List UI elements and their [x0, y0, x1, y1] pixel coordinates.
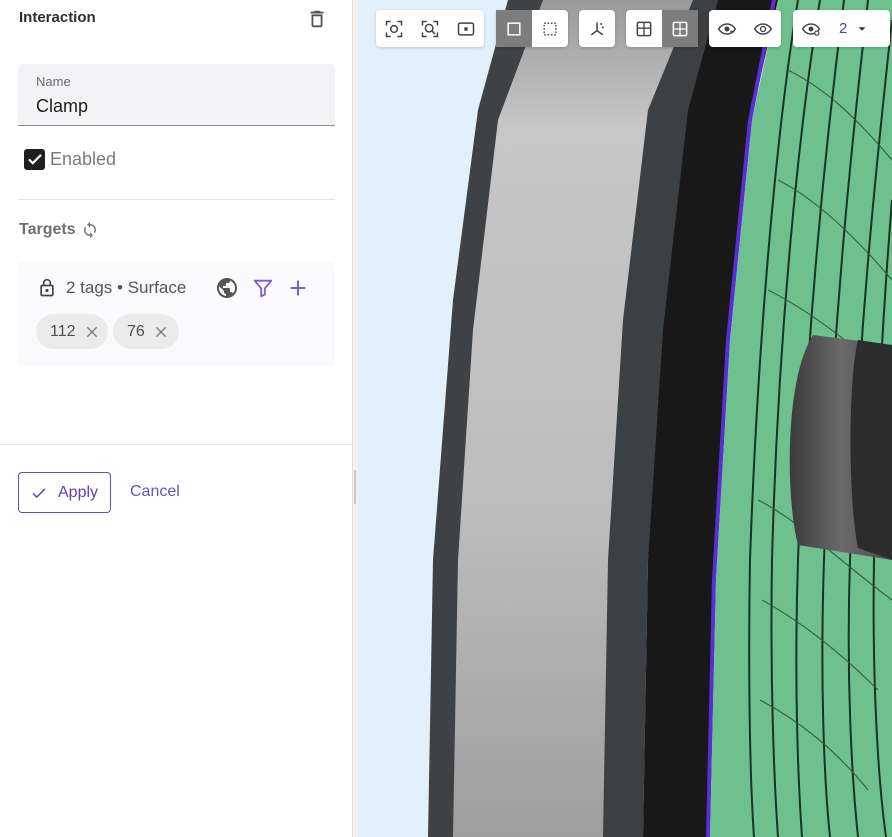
check-icon	[32, 487, 46, 498]
enabled-checkbox-row[interactable]: Enabled	[24, 147, 116, 171]
axes-button[interactable]	[579, 10, 615, 47]
plus-icon[interactable]	[287, 277, 309, 299]
toolbar-visibility-group	[709, 10, 781, 47]
show-button[interactable]	[745, 10, 781, 47]
splitter-grip[interactable]	[354, 470, 356, 504]
tag-summary-text: 2 tags • Surface	[66, 278, 187, 297]
show-icon	[753, 22, 773, 35]
close-icon[interactable]	[153, 324, 169, 340]
globe-icon[interactable]	[215, 276, 239, 300]
select-box-icon	[507, 21, 521, 36]
name-field-value[interactable]: Clamp	[36, 96, 88, 117]
tag-chip-label: 76	[127, 322, 145, 340]
apply-label: Apply	[58, 483, 99, 501]
zoom-region-icon	[457, 21, 475, 36]
section-view-button[interactable]	[626, 10, 662, 47]
name-field[interactable]: Name Clamp	[18, 64, 335, 126]
toolbar-view-group	[626, 10, 698, 47]
enabled-checkbox[interactable]	[24, 148, 45, 170]
zoom-region-button[interactable]	[448, 10, 484, 47]
interaction-panel: Interaction Name Clamp Enabled Targets 2…	[0, 0, 352, 837]
toolbar-layers-group: 2	[793, 10, 890, 47]
zoom-button[interactable]	[412, 10, 448, 47]
3d-viewport[interactable]: 2	[358, 0, 892, 837]
close-icon[interactable]	[84, 324, 100, 340]
select-box-button[interactable]	[496, 10, 532, 47]
toolbar-axes-group	[579, 10, 615, 47]
tag-chip-label: 112	[50, 322, 76, 340]
hide-icon	[717, 22, 737, 35]
cancel-button[interactable]: Cancel	[130, 483, 180, 501]
model-hub-end	[850, 340, 892, 560]
lock-icon	[37, 277, 55, 299]
targets-box: 2 tags • Surface 112 76	[18, 262, 335, 366]
enabled-label: Enabled	[50, 148, 117, 169]
divider	[0, 444, 352, 445]
refresh-icon[interactable]	[81, 221, 99, 239]
toolbar-zoom-group	[376, 10, 484, 47]
select-dashed-button[interactable]	[532, 10, 568, 47]
filter-icon[interactable]	[252, 276, 274, 300]
zoom-icon	[421, 20, 439, 37]
targets-label: Targets	[19, 221, 76, 238]
targets-header: Targets	[19, 221, 99, 239]
chevron-down-icon[interactable]	[855, 22, 869, 36]
tag-summary: 2 tags • Surface	[37, 276, 186, 300]
panel-title: Interaction	[19, 9, 96, 26]
tag-chip: 112	[36, 314, 108, 349]
grid-view-button[interactable]	[662, 10, 698, 47]
section-view-icon	[636, 21, 652, 36]
apply-button[interactable]: Apply	[18, 472, 111, 513]
delete-icon[interactable]	[306, 8, 328, 30]
grid-view-icon	[672, 21, 688, 36]
zoom-fit-icon	[385, 20, 403, 37]
layer-visibility-button[interactable]	[793, 10, 829, 47]
layer-visibility-icon	[801, 22, 821, 36]
divider	[18, 199, 335, 200]
toolbar-selection-group	[496, 10, 568, 47]
zoom-fit-button[interactable]	[376, 10, 412, 47]
select-dashed-icon	[543, 22, 557, 35]
hide-button[interactable]	[709, 10, 745, 47]
3d-model-render[interactable]	[358, 0, 892, 837]
axes-icon	[590, 21, 604, 35]
layer-count[interactable]: 2	[839, 20, 847, 37]
tag-chip: 76	[113, 314, 179, 349]
name-field-label: Name	[36, 74, 71, 89]
check-icon	[27, 154, 42, 165]
